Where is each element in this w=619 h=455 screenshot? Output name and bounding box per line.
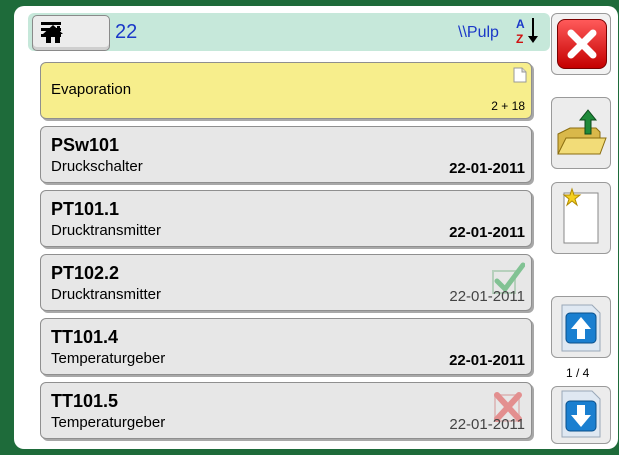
item-title: PT101.1 bbox=[51, 199, 120, 219]
close-icon bbox=[557, 19, 607, 69]
menu-icon bbox=[41, 22, 61, 37]
list-item[interactable]: PT101.1 Drucktransmitter 22-01-2011 bbox=[40, 190, 532, 247]
new-item-button[interactable] bbox=[551, 182, 611, 254]
item-date: 22-01-2011 bbox=[449, 416, 525, 433]
scroll-down-button[interactable] bbox=[551, 386, 611, 444]
item-title: PT102.2 bbox=[51, 263, 120, 283]
item-subtitle: Drucktransmitter bbox=[51, 286, 162, 303]
item-subtitle: Temperaturgeber bbox=[51, 414, 166, 431]
item-date: 22-01-2011 bbox=[449, 352, 525, 369]
list-item[interactable]: PT102.2 Drucktransmitter 22-01-2011 bbox=[40, 254, 532, 311]
page-corner-icon bbox=[513, 67, 527, 83]
item-count: 22 bbox=[115, 21, 138, 43]
item-count-badge: 2 + 18 bbox=[491, 99, 525, 113]
item-date: 22-01-2011 bbox=[449, 224, 525, 241]
item-title: TT101.5 bbox=[51, 391, 119, 411]
current-path: \\Pulp bbox=[458, 24, 499, 41]
arrow-up-icon bbox=[561, 304, 601, 352]
page-indicator: 1 / 4 bbox=[566, 366, 590, 380]
item-subtitle: Drucktransmitter bbox=[51, 222, 162, 239]
item-title: Evaporation bbox=[51, 81, 132, 98]
scroll-up-button[interactable] bbox=[551, 296, 611, 358]
open-folder-button[interactable] bbox=[551, 97, 611, 169]
list-item[interactable]: PSw101 Druckschalter 22-01-2011 bbox=[40, 126, 532, 183]
list-item-folder[interactable]: Evaporation 2 + 18 bbox=[40, 62, 532, 119]
sort-az-icon[interactable]: A Z bbox=[514, 15, 540, 47]
open-folder-icon bbox=[557, 109, 607, 155]
item-title: TT101.4 bbox=[51, 327, 119, 347]
arrow-down-icon bbox=[561, 390, 601, 438]
item-subtitle: Druckschalter bbox=[51, 158, 143, 175]
item-subtitle: Temperaturgeber bbox=[51, 350, 166, 367]
svg-text:Z: Z bbox=[516, 32, 523, 46]
list-item[interactable]: TT101.4 Temperaturgeber 22-01-2011 bbox=[40, 318, 532, 375]
svg-text:A: A bbox=[516, 17, 525, 31]
item-date: 22-01-2011 bbox=[449, 160, 525, 177]
item-title: PSw101 bbox=[51, 135, 120, 155]
list-item[interactable]: TT101.5 Temperaturgeber 22-01-2011 bbox=[40, 382, 532, 439]
new-document-icon bbox=[562, 187, 599, 244]
close-button[interactable] bbox=[551, 13, 611, 75]
home-menu-button[interactable] bbox=[32, 15, 110, 51]
item-date: 22-01-2011 bbox=[449, 288, 525, 305]
